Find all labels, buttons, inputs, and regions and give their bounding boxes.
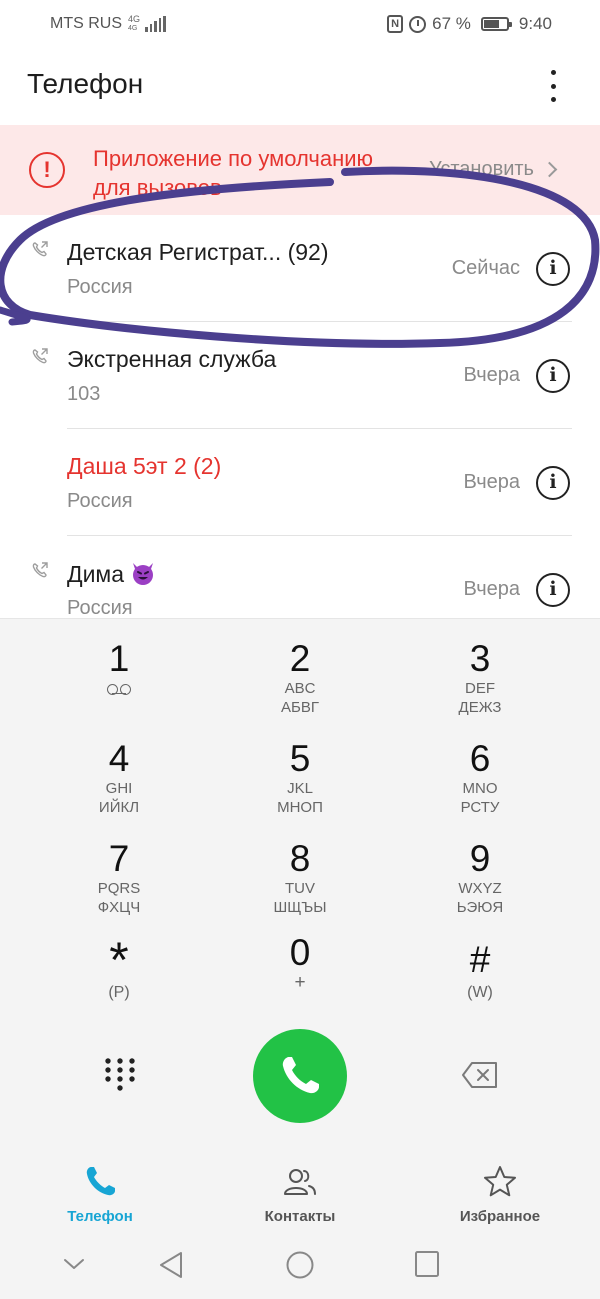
key-5[interactable]: 5 JKL МНОП <box>210 739 390 829</box>
alarm-icon <box>409 15 427 33</box>
backspace-icon[interactable] <box>461 1061 499 1089</box>
caller-name: Детская Регистрат... (92) <box>67 239 329 265</box>
caller-number: 103 <box>67 383 101 405</box>
call-time: Вчера <box>463 364 520 386</box>
star-icon <box>484 1166 516 1197</box>
back-icon[interactable] <box>157 1250 185 1280</box>
info-icon[interactable]: i <box>536 573 570 607</box>
caller-name-row: Дима <box>67 560 156 588</box>
home-icon[interactable] <box>285 1250 315 1280</box>
signal-icon <box>145 16 166 32</box>
caller-name: Дима <box>67 561 125 587</box>
caller-location: Россия <box>67 276 133 298</box>
tab-phone[interactable]: Телефон <box>0 1164 200 1225</box>
battery-icon <box>480 17 512 31</box>
info-icon[interactable]: i <box>536 466 570 500</box>
status-left: MTS RUS 4G 4G <box>50 15 166 33</box>
call-time: Вчера <box>463 471 520 493</box>
key-6[interactable]: 6 MNO РСТУ <box>390 739 570 829</box>
key-3[interactable]: 3 DEF ДЕЖЗ <box>390 639 570 729</box>
bottom-nav: Телефон Контакты Избранное <box>0 1150 600 1232</box>
page-title: Телефон <box>27 68 144 99</box>
key-4[interactable]: 4 GHI ИЙКЛ <box>29 739 209 829</box>
default-app-banner[interactable]: ! Приложение по умолчанию для вызовов Ус… <box>0 125 600 215</box>
key-1[interactable]: 1 <box>29 639 209 729</box>
battery-fill <box>483 20 499 28</box>
outgoing-call-icon <box>32 241 48 257</box>
chevron-right-icon <box>541 161 558 178</box>
system-nav-bar <box>0 1232 600 1299</box>
caller-name: Экстренная служба <box>67 346 277 372</box>
key-7[interactable]: 7 PQRS ФХЦЧ <box>29 839 209 929</box>
battery-percent: 67 % <box>432 14 471 33</box>
hide-keyboard-icon[interactable] <box>62 1256 86 1272</box>
caller-location: Россия <box>67 490 133 512</box>
caller-location: Россия <box>67 597 133 618</box>
more-vertical-icon[interactable] <box>538 66 568 106</box>
alert-circle-icon: ! <box>29 152 65 188</box>
network-type: 4G 4G <box>128 14 141 33</box>
outgoing-call-icon <box>32 348 48 364</box>
dialpad: 1 2 ABC АБВГ 3 DEF ДЕЖЗ 4 GHI ИЙКЛ 5 JKL… <box>0 618 600 1150</box>
tab-contacts[interactable]: Контакты <box>200 1164 400 1225</box>
call-time: Вчера <box>463 578 520 600</box>
contacts-icon <box>284 1169 316 1195</box>
phone-icon <box>86 1167 115 1196</box>
key-star[interactable]: * (P) <box>29 935 209 1027</box>
tab-favorites[interactable]: Избранное <box>400 1164 600 1225</box>
call-time: Сейчас <box>451 257 520 279</box>
info-icon[interactable]: i <box>536 252 570 286</box>
status-right: N 67 % 9:40 <box>387 14 552 34</box>
clock: 9:40 <box>518 14 552 33</box>
voicemail-icon <box>107 684 131 695</box>
key-8[interactable]: 8 TUV ШЩЪЫ <box>210 839 390 929</box>
nfc-icon: N <box>387 15 404 33</box>
outgoing-call-icon <box>32 562 48 578</box>
set-default-label: Установить <box>429 158 534 180</box>
status-bar: MTS RUS 4G 4G N 67 % 9:40 <box>0 0 600 48</box>
call-log-item[interactable]: Экстренная служба 103 Вчера i <box>0 322 600 429</box>
key-2[interactable]: 2 ABC АБВГ <box>210 639 390 729</box>
banner-message: Приложение по умолчанию для вызовов <box>93 146 374 200</box>
dialpad-toggle-icon[interactable] <box>100 1055 140 1095</box>
call-log-item[interactable]: Детская Регистрат... (92) Россия Сейчас … <box>0 215 600 322</box>
call-button[interactable] <box>253 1029 347 1123</box>
carrier-name: MTS RUS <box>50 15 122 32</box>
info-icon[interactable]: i <box>536 359 570 393</box>
key-0[interactable]: 0 + <box>210 933 390 1023</box>
call-log-item[interactable]: Даша 5эт 2 (2) Россия Вчера i <box>0 429 600 536</box>
key-hash[interactable]: # (W) <box>390 937 570 1027</box>
recents-icon[interactable] <box>414 1250 440 1278</box>
key-9[interactable]: 9 WXYZ ЬЭЮЯ <box>390 839 570 929</box>
caller-name: Даша 5эт 2 (2) <box>67 453 222 479</box>
call-log-item[interactable]: Дима Россия Вчера i <box>0 536 600 618</box>
set-default-button[interactable]: Установить <box>429 158 558 181</box>
smiling-devil-emoji <box>133 563 154 585</box>
phone-icon <box>282 1057 319 1094</box>
